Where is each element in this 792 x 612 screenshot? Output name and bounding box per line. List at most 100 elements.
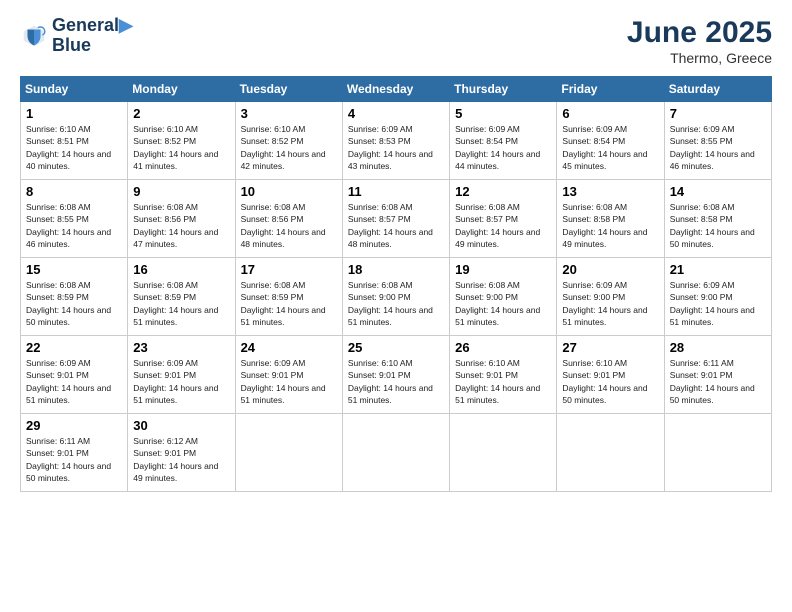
day-number: 19 [455,262,551,277]
day-info: Sunrise: 6:08 AM Sunset: 8:55 PM Dayligh… [26,201,122,250]
calendar-cell: 15 Sunrise: 6:08 AM Sunset: 8:59 PM Dayl… [21,258,128,336]
day-number: 15 [26,262,122,277]
calendar-cell: 4 Sunrise: 6:09 AM Sunset: 8:53 PM Dayli… [342,102,449,180]
day-number: 2 [133,106,229,121]
weekday-header-thursday: Thursday [450,77,557,102]
day-number: 26 [455,340,551,355]
calendar-cell: 5 Sunrise: 6:09 AM Sunset: 8:54 PM Dayli… [450,102,557,180]
day-info: Sunrise: 6:09 AM Sunset: 9:00 PM Dayligh… [670,279,766,328]
day-number: 17 [241,262,337,277]
location: Thermo, Greece [627,50,772,66]
day-number: 12 [455,184,551,199]
day-number: 23 [133,340,229,355]
weekday-header-monday: Monday [128,77,235,102]
calendar-cell: 10 Sunrise: 6:08 AM Sunset: 8:56 PM Dayl… [235,180,342,258]
day-number: 25 [348,340,444,355]
calendar-cell: 13 Sunrise: 6:08 AM Sunset: 8:58 PM Dayl… [557,180,664,258]
logo-text: General▶ Blue [52,16,133,56]
weekday-header-friday: Friday [557,77,664,102]
day-info: Sunrise: 6:09 AM Sunset: 9:01 PM Dayligh… [241,357,337,406]
day-info: Sunrise: 6:08 AM Sunset: 8:58 PM Dayligh… [562,201,658,250]
weekday-header-saturday: Saturday [664,77,771,102]
calendar-cell [235,414,342,492]
calendar-cell: 2 Sunrise: 6:10 AM Sunset: 8:52 PM Dayli… [128,102,235,180]
day-info: Sunrise: 6:09 AM Sunset: 9:00 PM Dayligh… [562,279,658,328]
title-block: June 2025 Thermo, Greece [627,16,772,66]
calendar-cell [664,414,771,492]
day-number: 20 [562,262,658,277]
calendar-cell: 6 Sunrise: 6:09 AM Sunset: 8:54 PM Dayli… [557,102,664,180]
calendar-cell: 30 Sunrise: 6:12 AM Sunset: 9:01 PM Dayl… [128,414,235,492]
day-info: Sunrise: 6:08 AM Sunset: 8:59 PM Dayligh… [241,279,337,328]
calendar-week-5: 29 Sunrise: 6:11 AM Sunset: 9:01 PM Dayl… [21,414,772,492]
day-number: 18 [348,262,444,277]
day-info: Sunrise: 6:09 AM Sunset: 8:54 PM Dayligh… [562,123,658,172]
day-number: 30 [133,418,229,433]
day-info: Sunrise: 6:10 AM Sunset: 8:52 PM Dayligh… [241,123,337,172]
day-number: 6 [562,106,658,121]
calendar-cell [557,414,664,492]
page: General▶ Blue June 2025 Thermo, Greece S… [0,0,792,612]
day-info: Sunrise: 6:08 AM Sunset: 9:00 PM Dayligh… [348,279,444,328]
calendar-week-1: 1 Sunrise: 6:10 AM Sunset: 8:51 PM Dayli… [21,102,772,180]
day-number: 22 [26,340,122,355]
calendar-cell: 21 Sunrise: 6:09 AM Sunset: 9:00 PM Dayl… [664,258,771,336]
calendar-cell: 7 Sunrise: 6:09 AM Sunset: 8:55 PM Dayli… [664,102,771,180]
day-number: 14 [670,184,766,199]
day-info: Sunrise: 6:08 AM Sunset: 8:57 PM Dayligh… [348,201,444,250]
day-info: Sunrise: 6:09 AM Sunset: 8:55 PM Dayligh… [670,123,766,172]
calendar-cell: 11 Sunrise: 6:08 AM Sunset: 8:57 PM Dayl… [342,180,449,258]
calendar-table: SundayMondayTuesdayWednesdayThursdayFrid… [20,76,772,492]
calendar-cell: 18 Sunrise: 6:08 AM Sunset: 9:00 PM Dayl… [342,258,449,336]
calendar-cell: 29 Sunrise: 6:11 AM Sunset: 9:01 PM Dayl… [21,414,128,492]
day-number: 5 [455,106,551,121]
day-number: 16 [133,262,229,277]
day-number: 9 [133,184,229,199]
day-number: 27 [562,340,658,355]
calendar-cell [450,414,557,492]
day-info: Sunrise: 6:08 AM Sunset: 9:00 PM Dayligh… [455,279,551,328]
calendar-cell: 9 Sunrise: 6:08 AM Sunset: 8:56 PM Dayli… [128,180,235,258]
day-number: 13 [562,184,658,199]
calendar-week-3: 15 Sunrise: 6:08 AM Sunset: 8:59 PM Dayl… [21,258,772,336]
weekday-header-wednesday: Wednesday [342,77,449,102]
day-info: Sunrise: 6:11 AM Sunset: 9:01 PM Dayligh… [670,357,766,406]
calendar-cell [342,414,449,492]
calendar-cell: 27 Sunrise: 6:10 AM Sunset: 9:01 PM Dayl… [557,336,664,414]
day-number: 11 [348,184,444,199]
day-info: Sunrise: 6:12 AM Sunset: 9:01 PM Dayligh… [133,435,229,484]
logo-icon [20,22,48,50]
calendar-week-2: 8 Sunrise: 6:08 AM Sunset: 8:55 PM Dayli… [21,180,772,258]
calendar-cell: 26 Sunrise: 6:10 AM Sunset: 9:01 PM Dayl… [450,336,557,414]
day-number: 28 [670,340,766,355]
logo: General▶ Blue [20,16,133,56]
day-number: 4 [348,106,444,121]
calendar-cell: 12 Sunrise: 6:08 AM Sunset: 8:57 PM Dayl… [450,180,557,258]
calendar-cell: 19 Sunrise: 6:08 AM Sunset: 9:00 PM Dayl… [450,258,557,336]
calendar-cell: 28 Sunrise: 6:11 AM Sunset: 9:01 PM Dayl… [664,336,771,414]
day-info: Sunrise: 6:08 AM Sunset: 8:56 PM Dayligh… [133,201,229,250]
day-info: Sunrise: 6:10 AM Sunset: 9:01 PM Dayligh… [562,357,658,406]
weekday-header-sunday: Sunday [21,77,128,102]
calendar-cell: 16 Sunrise: 6:08 AM Sunset: 8:59 PM Dayl… [128,258,235,336]
calendar-cell: 8 Sunrise: 6:08 AM Sunset: 8:55 PM Dayli… [21,180,128,258]
calendar-cell: 17 Sunrise: 6:08 AM Sunset: 8:59 PM Dayl… [235,258,342,336]
day-number: 24 [241,340,337,355]
day-info: Sunrise: 6:09 AM Sunset: 9:01 PM Dayligh… [133,357,229,406]
calendar-cell: 3 Sunrise: 6:10 AM Sunset: 8:52 PM Dayli… [235,102,342,180]
month-title: June 2025 [627,16,772,50]
calendar-week-4: 22 Sunrise: 6:09 AM Sunset: 9:01 PM Dayl… [21,336,772,414]
weekday-header-tuesday: Tuesday [235,77,342,102]
header: General▶ Blue June 2025 Thermo, Greece [20,16,772,66]
day-info: Sunrise: 6:10 AM Sunset: 9:01 PM Dayligh… [348,357,444,406]
day-info: Sunrise: 6:08 AM Sunset: 8:57 PM Dayligh… [455,201,551,250]
day-number: 10 [241,184,337,199]
calendar-cell: 24 Sunrise: 6:09 AM Sunset: 9:01 PM Dayl… [235,336,342,414]
day-info: Sunrise: 6:08 AM Sunset: 8:58 PM Dayligh… [670,201,766,250]
day-number: 21 [670,262,766,277]
day-number: 29 [26,418,122,433]
day-info: Sunrise: 6:09 AM Sunset: 8:53 PM Dayligh… [348,123,444,172]
day-number: 1 [26,106,122,121]
calendar-cell: 25 Sunrise: 6:10 AM Sunset: 9:01 PM Dayl… [342,336,449,414]
day-info: Sunrise: 6:08 AM Sunset: 8:56 PM Dayligh… [241,201,337,250]
